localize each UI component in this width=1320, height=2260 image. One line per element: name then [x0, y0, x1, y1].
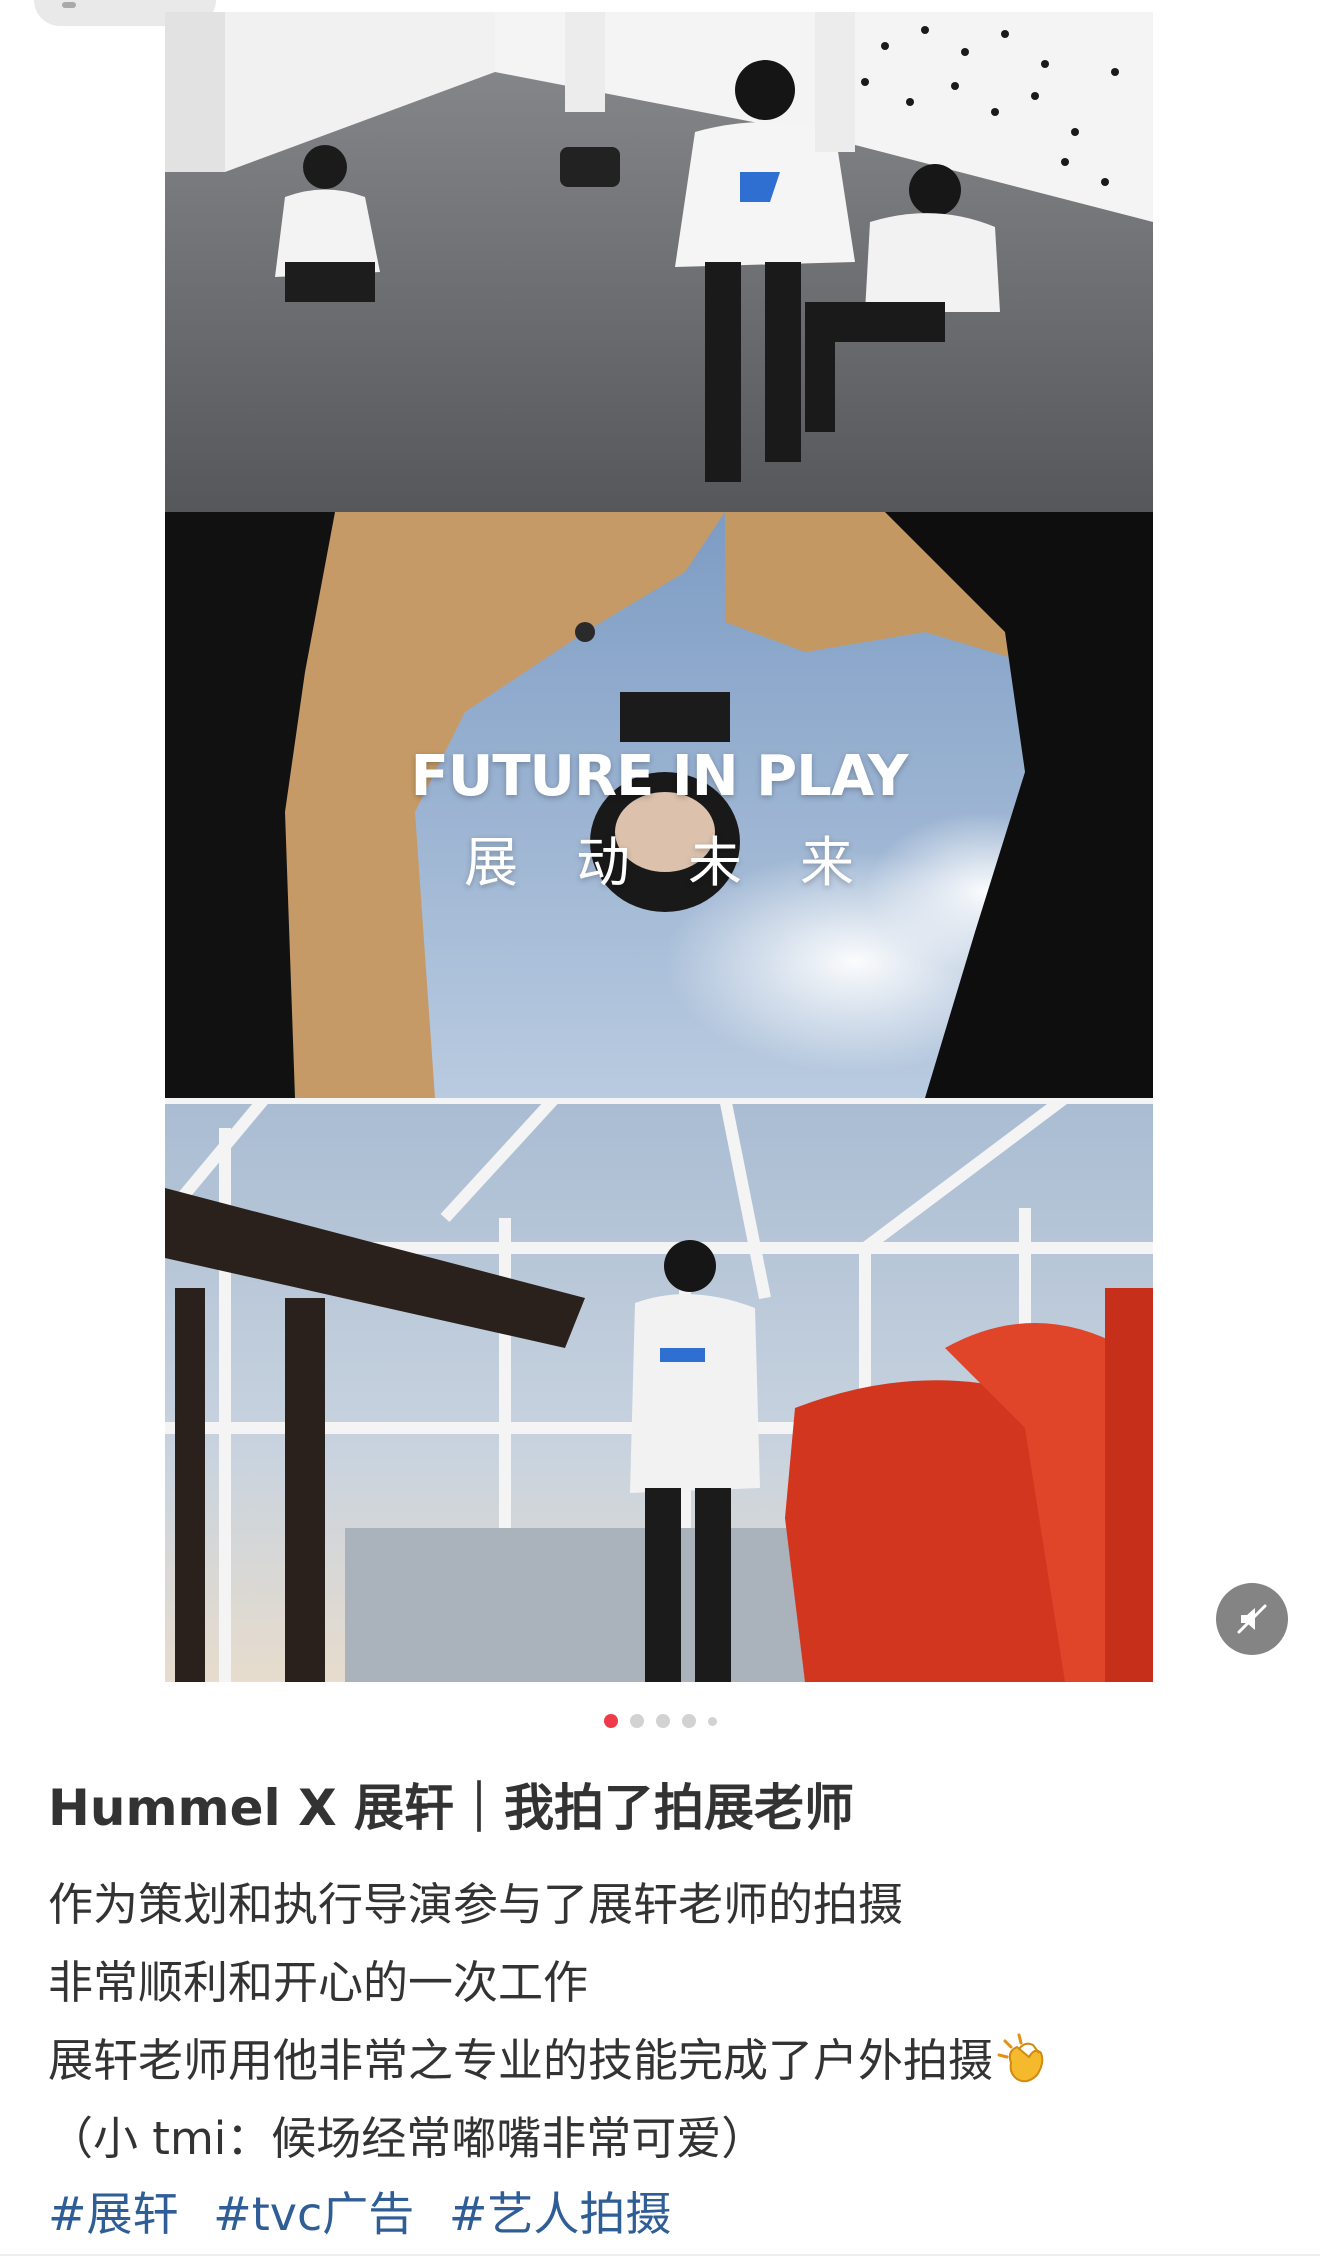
post-title: Hummel X 展轩｜我拍了拍展老师	[48, 1779, 855, 1837]
image-carousel[interactable]: FUTURE IN PLAY 展动未来	[165, 12, 1153, 1682]
pager-dot-3[interactable]	[655, 1714, 670, 1728]
bottom-divider	[0, 2254, 1320, 2256]
hashtag-row: #展轩 #tvc广告 #艺人拍摄	[48, 2178, 691, 2244]
glasshouse-photo-illustration	[165, 1098, 1153, 1682]
clapping-hands-icon	[997, 2033, 1044, 2083]
photo-sky-lowangle: FUTURE IN PLAY 展动未来	[165, 512, 1153, 1098]
pill-indicator	[62, 2, 76, 8]
pager-dot-5[interactable]	[707, 1716, 717, 1726]
post-body-line: 作为策划和执行导演参与了展轩老师的拍摄	[48, 1878, 904, 1931]
carousel-pager[interactable]	[0, 1714, 1320, 1728]
post-body-line-text: 展轩老师用他非常之专业的技能完成了户外拍摄	[48, 2034, 994, 2087]
pager-dot-4[interactable]	[681, 1714, 696, 1728]
hashtag-link[interactable]: #tvc广告	[213, 2187, 414, 2241]
pager-dot-1[interactable]	[603, 1714, 618, 1728]
post-body-line: （小 tmi：候场经常嘟嘴非常可爱）	[48, 2112, 767, 2165]
hashtag-link[interactable]: #艺人拍摄	[449, 2187, 672, 2241]
overlay-title: FUTURE IN PLAY	[410, 744, 909, 809]
post-body-line: 非常顺利和开心的一次工作	[48, 1956, 589, 2009]
rooftop-photo-illustration	[165, 12, 1153, 512]
photo-rooftop-group	[165, 12, 1153, 512]
sound-toggle-button[interactable]	[1216, 1583, 1288, 1655]
pager-dot-2[interactable]	[629, 1714, 644, 1728]
hashtag-link[interactable]: #展轩	[48, 2187, 179, 2241]
post-body: 作为策划和执行导演参与了展轩老师的拍摄 非常顺利和开心的一次工作 展轩老师用他非…	[48, 1866, 1051, 2178]
overlay-subtitle: 展动未来	[464, 831, 912, 894]
photo-glasshouse	[165, 1098, 1153, 1682]
post-body-line: 展轩老师用他非常之专业的技能完成了户外拍摄	[48, 2022, 1051, 2100]
speaker-muted-icon	[1237, 1604, 1267, 1634]
